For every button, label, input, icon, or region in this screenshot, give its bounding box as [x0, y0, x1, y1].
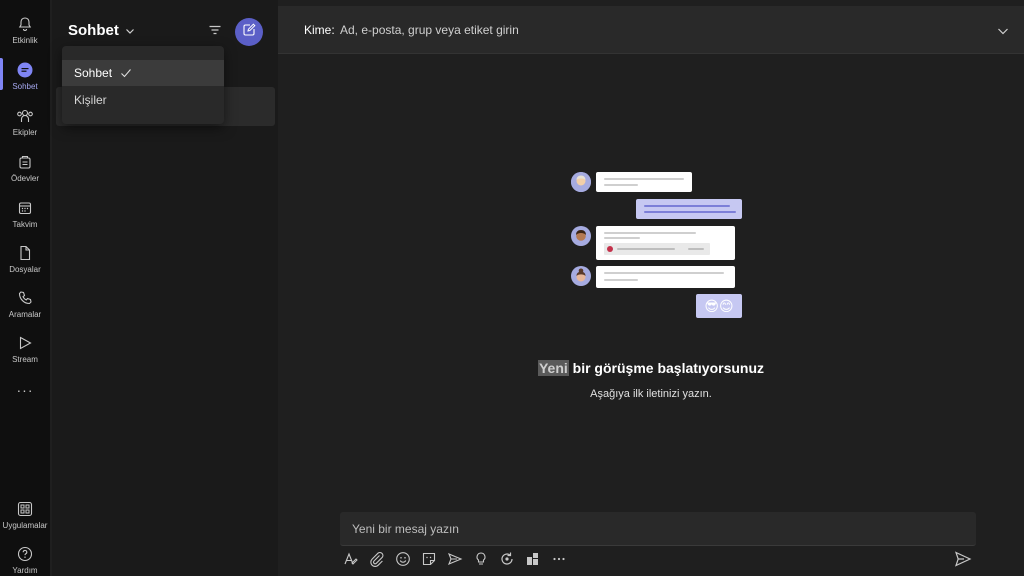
- rail-item-apps[interactable]: Uygulamalar: [0, 497, 50, 541]
- text-line: [604, 178, 684, 180]
- file-icon: [15, 243, 35, 263]
- rail-item-activity[interactable]: Etkinlik: [0, 12, 50, 56]
- dropdown-item-people[interactable]: Kişiler: [62, 87, 224, 113]
- recipient-input[interactable]: [340, 18, 940, 42]
- rail-label: Etkinlik: [12, 36, 38, 45]
- rail-item-stream[interactable]: Stream: [0, 331, 50, 375]
- bell-icon: [15, 14, 35, 34]
- more-options-icon[interactable]: [550, 550, 567, 567]
- assignments-icon: [15, 152, 35, 172]
- rail-label: Takvim: [12, 220, 38, 229]
- app-icon[interactable]: [524, 550, 541, 567]
- new-chat-button[interactable]: [235, 18, 263, 46]
- text-line: [604, 272, 724, 274]
- chevron-down-icon[interactable]: [124, 24, 136, 36]
- message-bubble: [596, 266, 735, 288]
- send-icon[interactable]: [954, 550, 972, 568]
- rail-label: Sohbet: [12, 82, 38, 91]
- text-line: [604, 237, 640, 239]
- message-bubble: [596, 172, 692, 192]
- emoji-bubble: 😎😊: [696, 294, 742, 318]
- rail-label: Dosyalar: [9, 265, 41, 274]
- teams-icon: [15, 106, 35, 126]
- dropdown-item-label: Sohbet: [74, 66, 113, 80]
- text-line: [644, 205, 730, 207]
- rail-label: Aramalar: [8, 310, 42, 319]
- filter-icon[interactable]: [208, 23, 222, 37]
- text-line: [644, 211, 736, 213]
- apps-icon: [15, 499, 35, 519]
- empty-state-title: Yeni bir görüşme başlatıyorsunuz: [278, 360, 1024, 376]
- sticker-icon[interactable]: [420, 550, 437, 567]
- rail-item-chat[interactable]: Sohbet: [0, 58, 50, 102]
- message-bubble: [596, 226, 735, 260]
- compose-toolbar: [342, 550, 567, 570]
- recipient-bar: Kime:: [278, 6, 1024, 54]
- to-label: Kime:: [304, 23, 335, 37]
- rail-item-calls[interactable]: Aramalar: [0, 286, 50, 330]
- new-chat-illustration: 😎😊: [568, 168, 748, 320]
- dropdown-item-label: Kişiler: [74, 93, 107, 107]
- view-dropdown-menu: Sohbet Kişiler: [62, 46, 224, 124]
- rail-label: Stream: [12, 355, 38, 364]
- chevron-down-icon[interactable]: [996, 24, 1010, 38]
- text-line: [617, 248, 675, 250]
- help-icon: [15, 544, 35, 564]
- empty-state-title-text: bir görüşme başlatıyorsunuz: [568, 360, 765, 376]
- dropdown-item-chat[interactable]: Sohbet: [62, 60, 224, 86]
- format-icon[interactable]: [342, 550, 359, 567]
- rail-item-assignments[interactable]: Ödevler: [0, 150, 50, 194]
- rail-label: Ekipler: [12, 128, 38, 137]
- calendar-icon: [15, 198, 35, 218]
- text-line: [604, 279, 638, 281]
- list-title[interactable]: Sohbet: [68, 22, 119, 39]
- rail-item-teams[interactable]: Ekipler: [0, 104, 50, 148]
- checkmark-icon: [120, 67, 132, 79]
- conversation-area: 😎😊 Yeni bir görüşme başlatıyorsunuz Aşağ…: [278, 54, 1024, 576]
- chat-icon: [15, 60, 35, 80]
- attachment-card: [604, 243, 710, 255]
- loop-icon[interactable]: [498, 550, 515, 567]
- message-bubble: [636, 199, 742, 219]
- avatar: [571, 172, 591, 192]
- empty-state-title-highlight: Yeni: [537, 360, 569, 376]
- praise-icon[interactable]: [472, 550, 489, 567]
- compose-icon: [242, 22, 256, 42]
- attach-icon[interactable]: [368, 550, 385, 567]
- empty-state-subtitle: Aşağıya ilk iletinizi yazın.: [590, 388, 712, 400]
- more-icon: ···: [16, 382, 34, 398]
- rail-label: Uygulamalar: [2, 521, 48, 530]
- app-rail: Etkinlik Sohbet Ekipler Ödevler Takvim D…: [0, 0, 50, 576]
- rail-item-help[interactable]: Yardım: [0, 542, 50, 576]
- avatar: [571, 266, 591, 286]
- stream-icon: [15, 333, 35, 353]
- rail-item-files[interactable]: Dosyalar: [0, 241, 50, 285]
- text-line: [604, 232, 696, 234]
- attachment-icon: [607, 246, 613, 252]
- rail-label: Yardım: [12, 566, 38, 575]
- emoji-icon[interactable]: [394, 550, 411, 567]
- rail-label: Ödevler: [10, 174, 39, 183]
- rail-item-calendar[interactable]: Takvim: [0, 196, 50, 240]
- schedule-meeting-icon[interactable]: [446, 550, 463, 567]
- text-line: [604, 184, 638, 186]
- teams-app: Etkinlik Sohbet Ekipler Ödevler Takvim D…: [0, 0, 1024, 576]
- phone-icon: [15, 288, 35, 308]
- rail-more-button[interactable]: ···: [0, 380, 50, 402]
- text-line: [688, 248, 704, 250]
- message-input[interactable]: [352, 518, 952, 540]
- avatar: [571, 226, 591, 246]
- compose-box: [340, 512, 976, 546]
